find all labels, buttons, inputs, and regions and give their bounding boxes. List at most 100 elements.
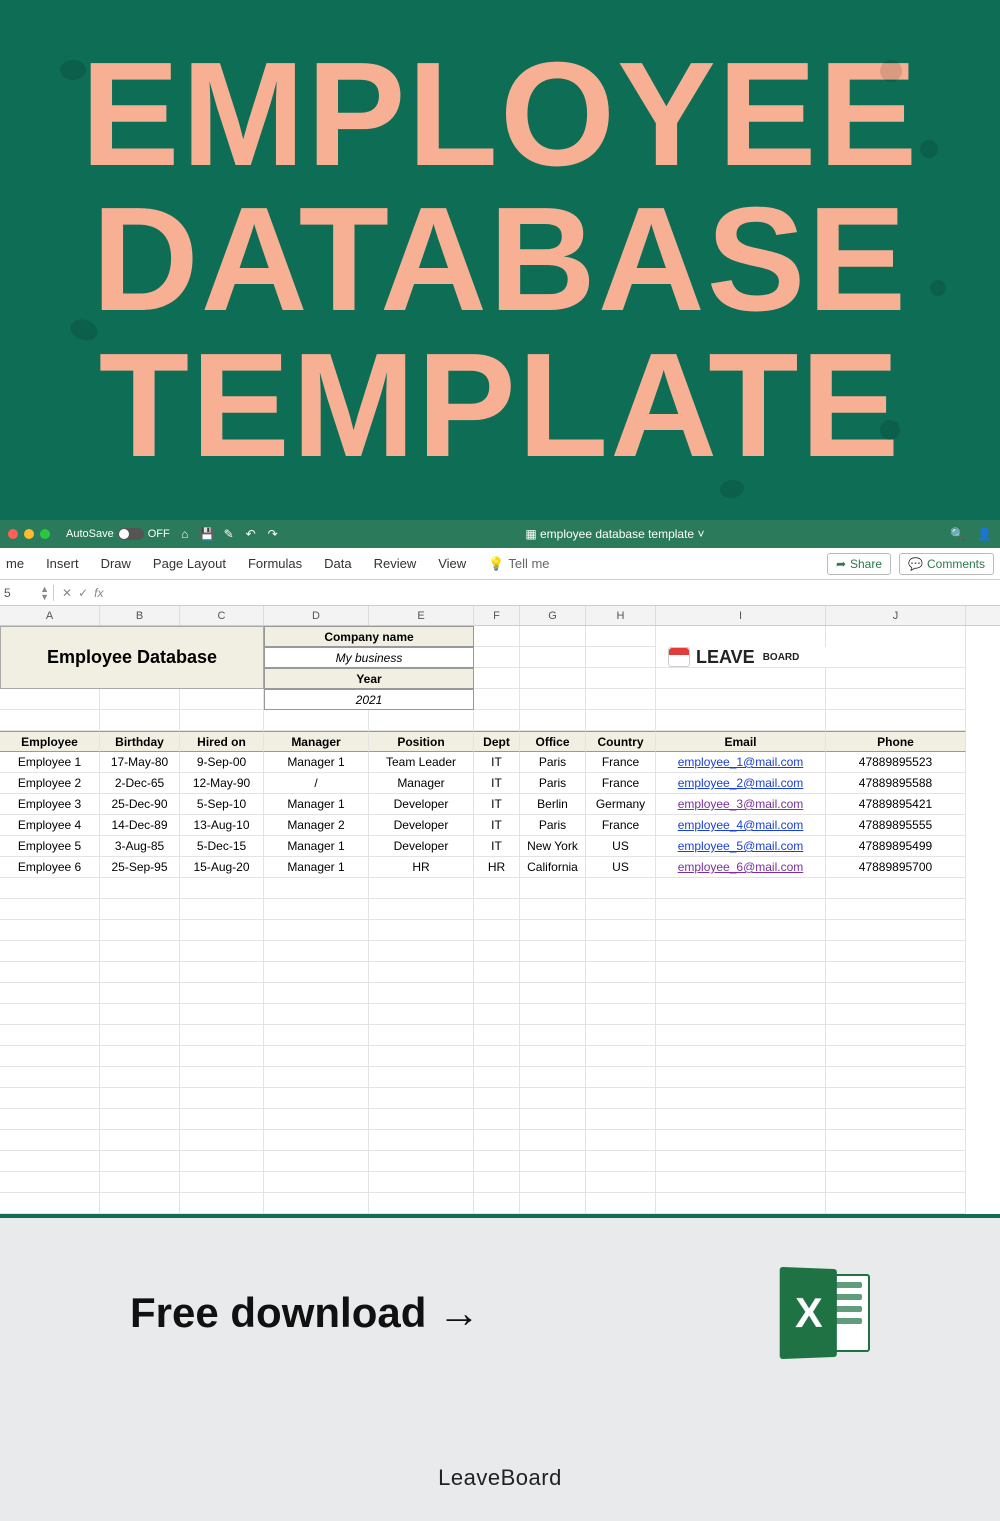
empty-row[interactable] — [0, 1109, 1000, 1130]
cell[interactable]: Manager 1 — [264, 794, 369, 815]
empty-cell[interactable] — [826, 1067, 966, 1088]
cell[interactable]: / — [264, 773, 369, 794]
cell[interactable]: US — [586, 857, 656, 878]
empty-cell[interactable] — [264, 1130, 369, 1151]
empty-cell[interactable] — [520, 1004, 586, 1025]
empty-row[interactable] — [0, 1172, 1000, 1193]
empty-cell[interactable] — [826, 920, 966, 941]
cell[interactable]: France — [586, 815, 656, 836]
col-A[interactable]: A — [0, 606, 100, 625]
empty-row[interactable] — [0, 1004, 1000, 1025]
empty-cell[interactable] — [586, 1025, 656, 1046]
tab-view[interactable]: View — [438, 556, 466, 571]
empty-row[interactable] — [0, 1193, 1000, 1214]
email-cell[interactable]: employee_5@mail.com — [656, 836, 826, 857]
empty-cell[interactable] — [520, 878, 586, 899]
empty-cell[interactable] — [520, 1067, 586, 1088]
empty-cell[interactable] — [264, 941, 369, 962]
empty-cell[interactable] — [520, 941, 586, 962]
empty-cell[interactable] — [656, 941, 826, 962]
cell[interactable]: IT — [474, 815, 520, 836]
empty-cell[interactable] — [264, 1193, 369, 1214]
empty-cell[interactable] — [100, 1193, 180, 1214]
empty-cell[interactable] — [0, 1067, 100, 1088]
empty-cell[interactable] — [369, 878, 474, 899]
cell[interactable]: 12-May-90 — [180, 773, 264, 794]
empty-cell[interactable] — [369, 1025, 474, 1046]
empty-cell[interactable] — [180, 1151, 264, 1172]
empty-cell[interactable] — [826, 878, 966, 899]
empty-cell[interactable] — [180, 1193, 264, 1214]
empty-cell[interactable] — [520, 1172, 586, 1193]
cell[interactable]: IT — [474, 773, 520, 794]
empty-cell[interactable] — [520, 920, 586, 941]
cell[interactable]: HR — [369, 857, 474, 878]
empty-cell[interactable] — [520, 962, 586, 983]
empty-cell[interactable] — [369, 1109, 474, 1130]
empty-cell[interactable] — [180, 1172, 264, 1193]
cell[interactable]: 5-Dec-15 — [180, 836, 264, 857]
empty-cell[interactable] — [656, 878, 826, 899]
empty-cell[interactable] — [586, 941, 656, 962]
empty-cell[interactable] — [100, 878, 180, 899]
empty-cell[interactable] — [180, 920, 264, 941]
empty-cell[interactable] — [474, 962, 520, 983]
cell[interactable]: 17-May-80 — [100, 752, 180, 773]
empty-cell[interactable] — [520, 899, 586, 920]
cell[interactable]: Employee 4 — [0, 815, 100, 836]
empty-cell[interactable] — [100, 1046, 180, 1067]
table-row[interactable]: Employee 625-Sep-9515-Aug-20Manager 1HRH… — [0, 857, 1000, 878]
empty-cell[interactable] — [826, 1004, 966, 1025]
empty-cell[interactable] — [100, 1130, 180, 1151]
empty-cell[interactable] — [100, 962, 180, 983]
empty-cell[interactable] — [264, 878, 369, 899]
cell[interactable]: US — [586, 836, 656, 857]
empty-cell[interactable] — [369, 983, 474, 1004]
empty-cell[interactable] — [100, 1172, 180, 1193]
redo-icon[interactable]: ↷ — [266, 527, 280, 541]
cell[interactable]: 25-Sep-95 — [100, 857, 180, 878]
cell[interactable]: 25-Dec-90 — [100, 794, 180, 815]
cell[interactable]: Paris — [520, 752, 586, 773]
phone-cell[interactable]: 47889895499 — [826, 836, 966, 857]
document-title[interactable]: ▦ employee database template ˅ — [288, 527, 942, 541]
edit-icon[interactable]: ✎ — [222, 527, 236, 541]
empty-row[interactable] — [0, 920, 1000, 941]
empty-cell[interactable] — [0, 1130, 100, 1151]
empty-cell[interactable] — [474, 1046, 520, 1067]
empty-row[interactable] — [0, 710, 1000, 731]
empty-cell[interactable] — [100, 1109, 180, 1130]
empty-cell[interactable] — [264, 1151, 369, 1172]
undo-icon[interactable]: ↶ — [244, 527, 258, 541]
empty-cell[interactable] — [264, 1088, 369, 1109]
empty-cell[interactable] — [474, 1025, 520, 1046]
table-row[interactable]: Employee 117-May-809-Sep-00Manager 1Team… — [0, 752, 1000, 773]
email-cell[interactable]: employee_1@mail.com — [656, 752, 826, 773]
empty-row[interactable] — [0, 1067, 1000, 1088]
year-value[interactable]: 2021 — [264, 689, 474, 710]
cell[interactable]: 14-Dec-89 — [100, 815, 180, 836]
empty-cell[interactable] — [586, 1046, 656, 1067]
empty-cell[interactable] — [474, 983, 520, 1004]
cell[interactable]: IT — [474, 836, 520, 857]
cell[interactable]: Employee 1 — [0, 752, 100, 773]
empty-cell[interactable] — [264, 1067, 369, 1088]
empty-cell[interactable] — [474, 920, 520, 941]
empty-cell[interactable] — [0, 941, 100, 962]
empty-cell[interactable] — [0, 1088, 100, 1109]
empty-cell[interactable] — [520, 983, 586, 1004]
cell[interactable]: Developer — [369, 815, 474, 836]
empty-cell[interactable] — [100, 1067, 180, 1088]
cell[interactable]: California — [520, 857, 586, 878]
search-icon[interactable]: 🔍 — [950, 527, 965, 541]
empty-cell[interactable] — [100, 689, 180, 710]
empty-row[interactable] — [0, 1046, 1000, 1067]
tell-me[interactable]: 💡Tell me — [488, 556, 549, 572]
empty-cell[interactable] — [180, 962, 264, 983]
email-cell[interactable]: employee_2@mail.com — [656, 773, 826, 794]
empty-cell[interactable] — [100, 941, 180, 962]
cell[interactable]: IT — [474, 794, 520, 815]
empty-cell[interactable] — [826, 899, 966, 920]
empty-cell[interactable] — [100, 1004, 180, 1025]
empty-cell[interactable] — [656, 1025, 826, 1046]
